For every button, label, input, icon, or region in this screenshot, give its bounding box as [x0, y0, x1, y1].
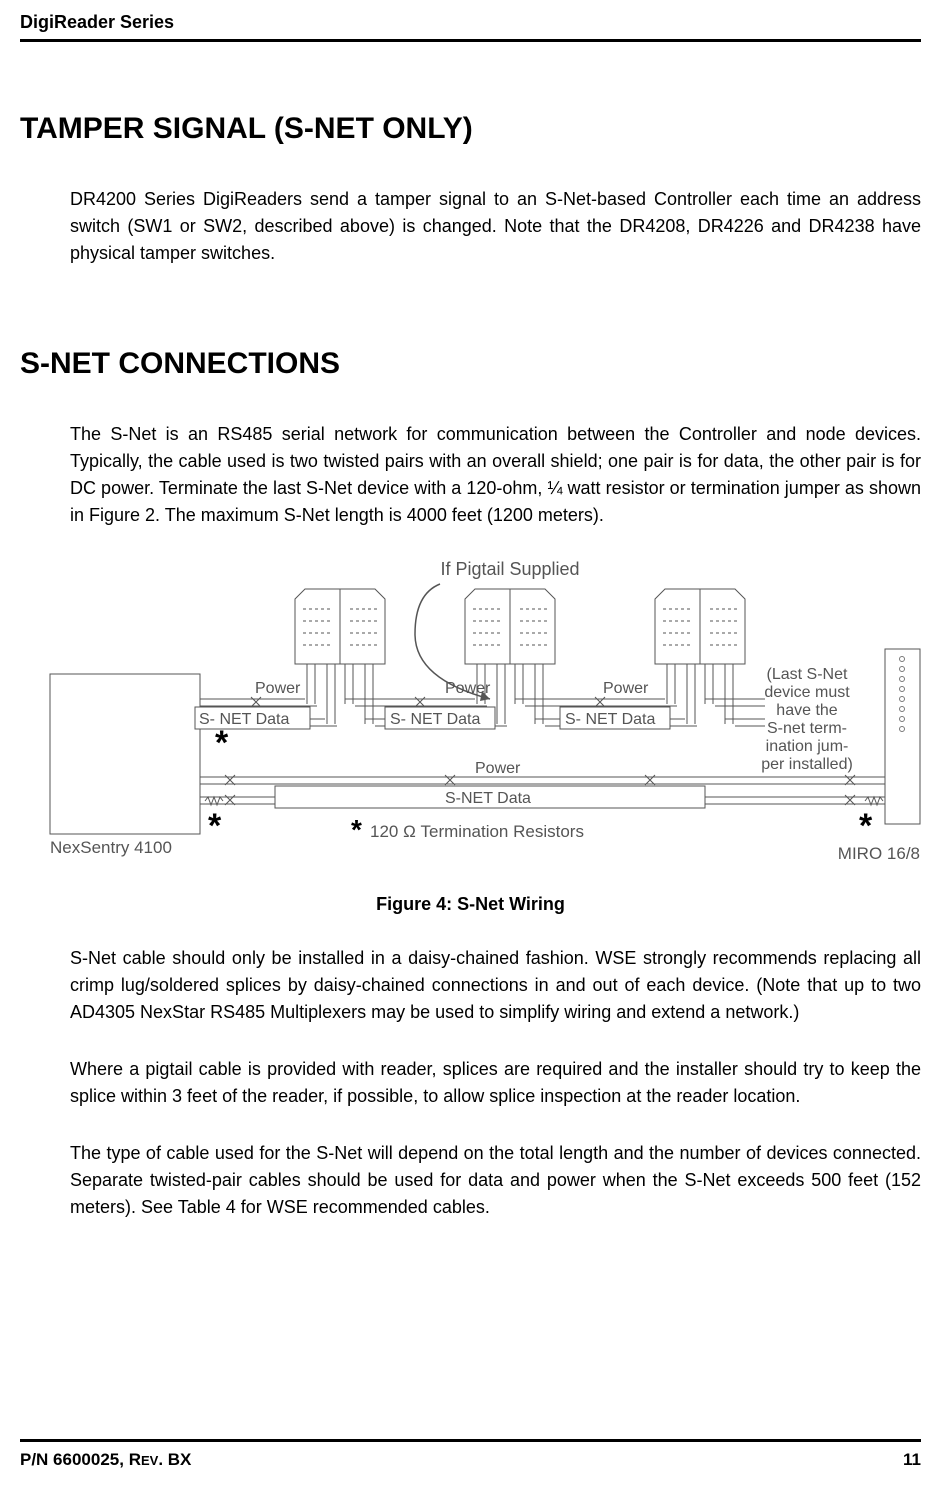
snet-para1: The S-Net is an RS485 serial network for…: [70, 421, 921, 529]
footer-pn-prefix: P/N 6600025, R: [20, 1450, 141, 1469]
page-header: DigiReader Series: [20, 12, 921, 42]
reader-box-2: [465, 589, 555, 664]
tamper-para1: DR4200 Series DigiReaders send a tamper …: [70, 186, 921, 267]
reader-box-1: [295, 589, 385, 664]
snet-data-label-3: S- NET Data: [565, 711, 656, 728]
tamper-heading: TAMPER SIGNAL (S-NET ONLY): [20, 112, 921, 146]
reader-box-3: [655, 589, 745, 664]
snet-heading: S-NET CONNECTIONS: [20, 347, 921, 381]
last-device-note-1: (Last S-Net: [767, 666, 848, 683]
pigtail-label: If Pigtail Supplied: [440, 559, 579, 579]
page-footer: P/N 6600025, REV. BX 11: [20, 1439, 921, 1470]
power-label-1: Power: [255, 680, 301, 697]
snet-data-bus-label: S-NET Data: [445, 790, 531, 807]
snet-para4: The type of cable used for the S-Net wil…: [70, 1140, 921, 1221]
spacer: [20, 297, 921, 347]
star4: *: [351, 814, 362, 845]
power-label-3: Power: [603, 680, 649, 697]
power-bus-label: Power: [475, 760, 521, 777]
power-label-2: Power: [445, 680, 491, 697]
last-device-note-4: S-net term-: [767, 720, 847, 737]
figure-wrap: If Pigtail Supplied Power Power Power S-…: [45, 559, 921, 879]
last-device-note-2: device must: [764, 684, 850, 701]
footer-bx: . BX: [158, 1450, 191, 1469]
star3: *: [859, 807, 873, 845]
snet-wiring-diagram: If Pigtail Supplied Power Power Power S-…: [45, 559, 925, 879]
star2: *: [208, 807, 222, 845]
miro-label: MIRO 16/8: [838, 844, 920, 863]
footer-page: 11: [903, 1450, 921, 1470]
footer-rev: EV: [141, 1453, 158, 1468]
last-device-note-5: ination jum-: [766, 738, 849, 755]
snet-data-label-2: S- NET Data: [390, 711, 481, 728]
snet-para3: Where a pigtail cable is provided with r…: [70, 1056, 921, 1110]
snet-data-label-1: S- NET Data: [199, 711, 290, 728]
nexsentry-label: NexSentry 4100: [50, 838, 172, 857]
series-label: DigiReader Series: [20, 12, 921, 33]
snet-para2: S-Net cable should only be installed in …: [70, 945, 921, 1026]
last-device-note-6: per installed): [761, 756, 853, 773]
figure-caption: Figure 4: S-Net Wiring: [20, 894, 921, 915]
footer-pn: P/N 6600025, REV. BX: [20, 1450, 191, 1470]
termination-label: 120 Ω Termination Resistors: [370, 822, 584, 841]
star1: *: [215, 724, 229, 762]
last-device-note-3: have the: [776, 702, 837, 719]
